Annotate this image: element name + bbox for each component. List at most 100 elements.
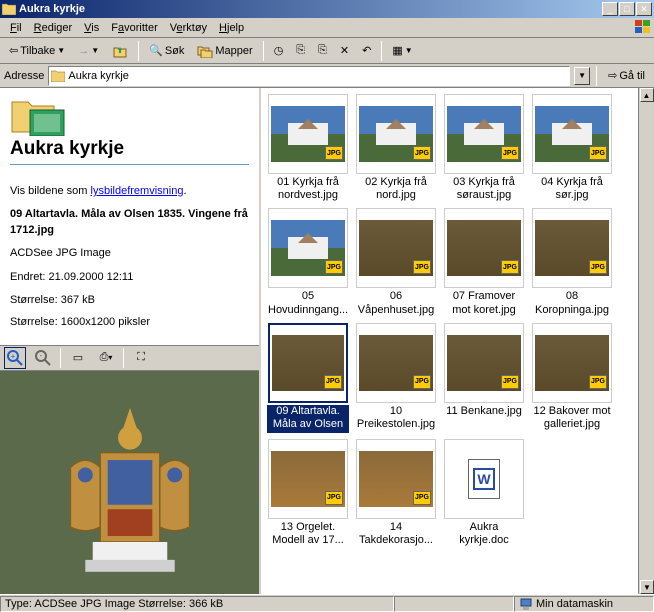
- menu-view[interactable]: Vis: [78, 20, 105, 36]
- thumbnail-image: JPG: [359, 220, 433, 276]
- scroll-up-button[interactable]: ▲: [640, 88, 654, 102]
- back-label: Tilbake: [20, 45, 55, 57]
- jpg-badge-icon: JPG: [589, 260, 607, 274]
- thumbnail-label: 06 Våpenhuset.jpg: [355, 290, 437, 316]
- back-button[interactable]: ⇦ Tilbake ▼: [4, 40, 70, 62]
- thumbnail-image: JPG: [447, 220, 521, 276]
- thumbnail-label: 05 Hovudinngang...: [267, 290, 349, 316]
- delete-button[interactable]: ✕: [335, 40, 354, 62]
- thumbnail-item[interactable]: JPG 12 Bakover mot galleriet.jpg: [531, 323, 613, 433]
- address-dropdown[interactable]: ▼: [574, 67, 590, 85]
- search-icon: 🔍: [149, 44, 163, 57]
- jpg-badge-icon: JPG: [413, 491, 431, 505]
- thumbnail-item[interactable]: JPG 01 Kyrkja frå nordvest.jpg: [267, 94, 349, 202]
- status-location: Min datamaskin: [514, 596, 654, 612]
- up-button[interactable]: [107, 40, 133, 62]
- jpg-badge-icon: JPG: [325, 260, 343, 274]
- dimensions-value: 1600x1200 piksler: [61, 316, 150, 328]
- search-button[interactable]: 🔍 Søk: [144, 40, 189, 62]
- vertical-scrollbar[interactable]: ▲ ▼: [638, 88, 654, 594]
- history-button[interactable]: ◷: [269, 40, 289, 62]
- copyto-button[interactable]: ⎘: [313, 40, 332, 62]
- svg-text:+: +: [11, 352, 16, 361]
- moveto-button[interactable]: ⎘: [291, 40, 310, 62]
- thumbnail-item[interactable]: JPG07 Framover mot koret.jpg: [443, 208, 525, 316]
- jpg-badge-icon: JPG: [325, 491, 343, 505]
- scroll-down-button[interactable]: ▼: [640, 580, 654, 594]
- thumbnail-item[interactable]: JPG 06 Våpenhuset.jpg: [355, 208, 437, 316]
- jpg-badge-icon: JPG: [501, 260, 519, 274]
- status-progress: [394, 596, 514, 612]
- modified-value: 21.09.2000 12:11: [49, 271, 134, 283]
- preview-toolbar: + - ▭ ⎙▾ ⛶: [0, 345, 259, 371]
- thumbnail-item[interactable]: JPG11 Benkane.jpg: [443, 323, 525, 433]
- show-as-text: Vis bildene som: [10, 185, 91, 197]
- folders-icon: [197, 44, 213, 58]
- size-value: 367 kB: [61, 294, 95, 306]
- thumbnail-item[interactable]: JPG 08 Koropninga.jpg: [531, 208, 613, 316]
- zoom-in-button[interactable]: +: [4, 347, 26, 369]
- jpg-badge-icon: JPG: [589, 375, 607, 389]
- dimensions-label: Størrelse:: [10, 316, 61, 328]
- thumbnail-label: 12 Bakover mot galleriet.jpg: [531, 405, 613, 431]
- address-value: Aukra kyrkje: [68, 70, 129, 82]
- views-button[interactable]: ▦▼: [387, 40, 417, 62]
- zoom-out-button[interactable]: -: [32, 347, 54, 369]
- thumbnail-label: 03 Kyrkja frå søraust.jpg: [443, 176, 525, 202]
- zoom-out-icon: -: [34, 349, 52, 367]
- folders-button[interactable]: Mapper: [192, 40, 257, 62]
- jpg-badge-icon: JPG: [501, 146, 519, 160]
- dropdown-icon: ▼: [91, 46, 99, 55]
- forward-arrow-icon: →: [78, 45, 89, 57]
- search-label: Søk: [165, 45, 185, 57]
- slideshow-link[interactable]: lysbildefremvisning: [91, 185, 184, 197]
- thumbnail-item[interactable]: JPG13 Orgelet. Modell av 17...: [267, 439, 349, 547]
- menu-favorites[interactable]: Favoritter: [105, 20, 163, 36]
- thumbnail-item[interactable]: JPG 05 Hovudinngang...: [267, 208, 349, 316]
- thumbnail-label: 10 Preikestolen.jpg: [355, 405, 437, 431]
- delete-icon: ✕: [340, 44, 349, 57]
- thumbnail-item[interactable]: JPG 09 Altartavla. Måla av Olsen ...: [267, 323, 349, 433]
- info-pane: Aukra kyrkje Vis bildene som lysbildefre…: [0, 88, 261, 594]
- thumbnail-label: 08 Koropninga.jpg: [531, 290, 613, 316]
- address-label: Adresse: [4, 70, 44, 82]
- thumbnail-item[interactable]: JPG04 Kyrkja frå sør.jpg: [531, 94, 613, 202]
- thumbnail-label: 04 Kyrkja frå sør.jpg: [531, 176, 613, 202]
- fullscreen-icon: ⛶: [137, 351, 145, 364]
- menu-file[interactable]: Fil: [4, 20, 28, 36]
- menu-tools[interactable]: Verktøy: [164, 20, 213, 36]
- go-icon: ⇨: [608, 69, 617, 82]
- thumbnail-label: 09 Altartavla. Måla av Olsen ...: [267, 405, 349, 433]
- minimize-button[interactable]: _: [602, 2, 618, 16]
- address-bar: Adresse Aukra kyrkje ▼ ⇨ Gå til: [0, 64, 654, 88]
- maximize-button[interactable]: □: [619, 2, 635, 16]
- thumbnail-item[interactable]: JPG14 Takdekorasjo...: [355, 439, 437, 547]
- file-type: ACDSee JPG Image: [10, 245, 249, 262]
- forward-button[interactable]: → ▼: [73, 40, 104, 62]
- thumbnail-item[interactable]: JPG02 Kyrkja frå nord.jpg: [355, 94, 437, 202]
- thumbnail-item[interactable]: Aukra kyrkje.doc: [443, 439, 525, 547]
- thumbnail-image: JPG: [271, 106, 345, 162]
- fullscreen-button[interactable]: ⛶: [130, 347, 152, 369]
- thumbnail-item[interactable]: JPG 03 Kyrkja frå søraust.jpg: [443, 94, 525, 202]
- close-button[interactable]: ✕: [636, 2, 652, 16]
- undo-button[interactable]: ↶: [357, 40, 376, 62]
- thumbnail-item[interactable]: JPG 10 Preikestolen.jpg: [355, 323, 437, 433]
- menu-edit[interactable]: Rediger: [28, 20, 79, 36]
- actual-size-button[interactable]: ▭: [67, 347, 89, 369]
- address-input[interactable]: Aukra kyrkje: [48, 66, 570, 86]
- thumbnail-image: JPG: [272, 335, 344, 391]
- thumbnail-pane[interactable]: JPG 01 Kyrkja frå nordvest.jpgJPG02 Kyrkj…: [261, 88, 654, 594]
- print-button[interactable]: ⎙▾: [95, 347, 117, 369]
- thumbnail-image: JPG: [535, 335, 609, 391]
- go-button[interactable]: ⇨ Gå til: [603, 65, 650, 87]
- jpg-badge-icon: JPG: [324, 375, 342, 389]
- title-bar: Aukra kyrkje _ □ ✕: [0, 0, 654, 18]
- windows-logo-icon: [634, 19, 652, 35]
- thumbnail-label: 01 Kyrkja frå nordvest.jpg: [267, 176, 349, 202]
- menu-help[interactable]: Hjelp: [213, 20, 250, 36]
- jpg-badge-icon: JPG: [413, 260, 431, 274]
- content-area: Aukra kyrkje Vis bildene som lysbildefre…: [0, 88, 654, 594]
- thumbnail-image: JPG: [359, 335, 433, 391]
- thumbnail-image: JPG: [535, 220, 609, 276]
